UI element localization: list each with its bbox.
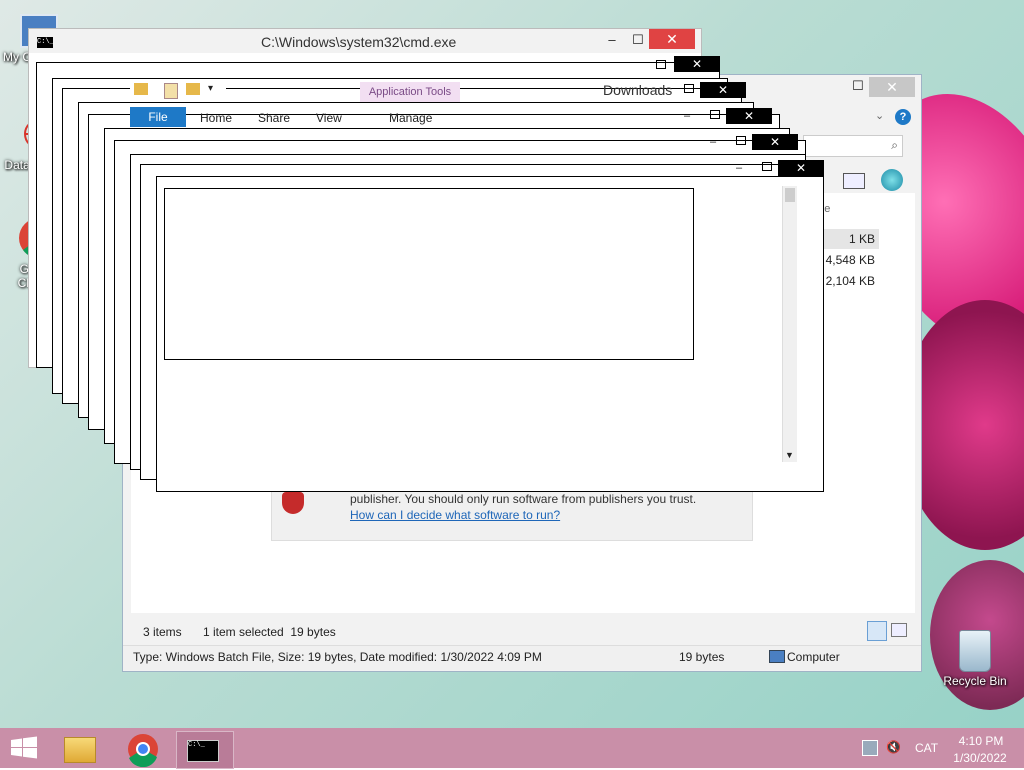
taskbar-chrome[interactable] (120, 731, 166, 768)
folder-icon[interactable] (134, 83, 148, 95)
computer-icon (769, 650, 785, 663)
maximize-icon[interactable] (736, 136, 746, 145)
tab-home[interactable]: Home (200, 108, 232, 128)
cmd-maximize-button[interactable]: ☐ (625, 31, 651, 49)
close-icon[interactable]: ✕ (778, 160, 824, 176)
folder-icon (64, 737, 96, 763)
recycle-bin-icon (959, 630, 991, 672)
tab-file[interactable]: File (130, 107, 186, 127)
cmd-minimize-button[interactable]: – (599, 31, 625, 49)
network-icon[interactable] (862, 740, 878, 756)
shield-icon (282, 492, 304, 514)
shell-icon[interactable] (881, 169, 903, 191)
maximize-icon[interactable] (656, 60, 666, 69)
scroll-down-arrow[interactable]: ▼ (785, 450, 794, 460)
clock-time[interactable]: 4:10 PM (956, 734, 1006, 748)
properties-icon[interactable] (164, 83, 178, 99)
search-box[interactable]: ⌕ (803, 135, 903, 157)
items-count: 3 items (143, 625, 182, 639)
cmd-app-icon: C:\_ (37, 37, 54, 48)
tab-share[interactable]: Share (258, 108, 290, 128)
context-tab-application-tools[interactable]: Application Tools (360, 82, 460, 102)
windows-logo-icon (11, 736, 37, 759)
properties-icon[interactable] (843, 173, 865, 189)
details-location: Computer (787, 650, 840, 664)
explorer-close-button[interactable]: ✕ (869, 77, 915, 97)
taskbar-file-explorer[interactable] (56, 731, 102, 767)
chevron-down-icon[interactable]: ▾ (208, 83, 213, 94)
explorer-maximize-button[interactable]: ☐ (845, 77, 871, 95)
taskbar-cmd[interactable]: C:\_ (176, 731, 234, 769)
maximize-icon[interactable] (684, 84, 694, 93)
close-icon[interactable]: ✕ (726, 108, 772, 124)
security-help-link[interactable]: How can I decide what software to run? (350, 508, 560, 522)
tab-view[interactable]: View (316, 108, 342, 128)
chrome-icon (128, 734, 158, 768)
close-icon[interactable]: ✕ (674, 56, 720, 72)
help-icon[interactable]: ? (895, 109, 911, 125)
desktop-icon-recycle-bin[interactable]: Recycle Bin (936, 630, 1014, 688)
minimize-icon[interactable]: – (684, 111, 694, 122)
language-indicator[interactable]: CAT (915, 741, 938, 755)
cmd-close-button[interactable]: ✕ (649, 29, 695, 49)
quick-access-toolbar: ▾ (130, 80, 226, 100)
security-text: publisher. You should only run software … (350, 492, 697, 506)
details-text: Type: Windows Batch File, Size: 19 bytes… (133, 650, 542, 664)
scrollbar[interactable]: ▼ (782, 186, 797, 462)
close-icon[interactable]: ✕ (752, 134, 798, 150)
new-folder-icon[interactable] (186, 83, 200, 95)
ghost-window-frame (164, 188, 694, 360)
search-icon: ⌕ (891, 138, 898, 152)
minimize-icon[interactable]: – (710, 137, 720, 148)
details-view-button[interactable] (867, 621, 887, 641)
minimize-icon[interactable]: – (736, 163, 746, 174)
explorer-title: Downloads (603, 82, 673, 98)
clock-date[interactable]: 1/30/2022 (950, 751, 1010, 765)
maximize-icon[interactable] (762, 162, 772, 171)
details-size: 19 bytes (679, 650, 725, 664)
cmd-icon: C:\_ (187, 740, 219, 762)
close-icon[interactable]: ✕ (700, 82, 746, 98)
chevron-down-icon[interactable]: ⌄ (875, 109, 884, 122)
tab-manage[interactable]: Manage (389, 108, 432, 128)
cmd-title: C:\Windows\system32\cmd.exe (261, 34, 457, 50)
selection-info: 1 item selected 19 bytes (203, 625, 336, 639)
maximize-icon[interactable] (710, 110, 720, 119)
scrollbar-thumb[interactable] (785, 188, 795, 202)
large-icons-view-button[interactable] (891, 623, 907, 637)
start-button[interactable] (8, 734, 40, 762)
desktop-icon-label: Recycle Bin (943, 674, 1007, 688)
file-size-cell: 1 KB (848, 232, 875, 246)
volume-muted-icon[interactable]: 🔇 (886, 740, 902, 756)
